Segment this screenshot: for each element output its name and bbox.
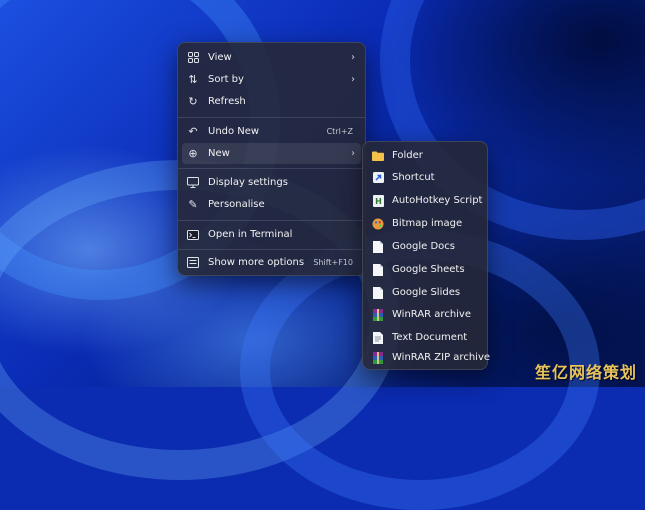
chevron-right-icon: ›	[351, 74, 355, 85]
menu-item-label: View	[208, 52, 232, 63]
menu-divider	[178, 220, 365, 221]
ahk-icon: H	[371, 194, 385, 208]
menu-divider	[178, 249, 365, 250]
submenu-item-google-slides[interactable]: Google Slides	[367, 282, 483, 303]
submenu-item-winrar-zip-archive[interactable]: WinRAR ZIP archive	[367, 347, 490, 368]
undo-icon: ↶	[188, 125, 198, 138]
winrar-zip-icon	[371, 351, 385, 365]
submenu-item-google-sheets[interactable]: Google Sheets	[367, 259, 483, 280]
menu-item-new[interactable]: ⊕ New ›	[182, 143, 361, 164]
menu-item-label: New	[208, 148, 230, 159]
brush-icon: ✎	[188, 198, 198, 211]
document-icon	[371, 240, 385, 254]
submenu-item-autohotkey-script[interactable]: H AutoHotkey Script	[367, 190, 483, 211]
submenu-item-label: Bitmap image	[392, 218, 463, 229]
chevron-right-icon: ›	[351, 148, 355, 159]
submenu-item-bitmap-image[interactable]: Bitmap image	[367, 213, 483, 234]
menu-item-refresh[interactable]: ↻ Refresh	[182, 91, 361, 112]
submenu-item-label: Text Document	[392, 332, 468, 343]
svg-text:H: H	[375, 197, 382, 206]
menu-item-label: Show more options	[208, 257, 305, 268]
menu-divider	[178, 117, 365, 118]
submenu-item-label: Google Docs	[392, 241, 455, 252]
shortcut-text: Ctrl+Z	[326, 127, 353, 136]
watermark-text: 笙亿网络策划	[534, 363, 637, 382]
submenu-item-folder[interactable]: Folder	[367, 145, 483, 166]
plus-circle-icon: ⊕	[188, 147, 198, 160]
menu-item-view[interactable]: View ›	[182, 47, 361, 68]
submenu-item-google-docs[interactable]: Google Docs	[367, 236, 483, 257]
submenu-item-label: Google Slides	[392, 287, 461, 298]
submenu-item-label: WinRAR ZIP archive	[392, 352, 491, 363]
submenu-item-label: AutoHotkey Script	[392, 195, 483, 206]
submenu-item-label: Shortcut	[392, 172, 435, 183]
menu-item-label: Undo New	[208, 126, 260, 137]
folder-icon	[371, 149, 385, 163]
paint-icon	[371, 217, 385, 231]
new-submenu: Folder Shortcut H AutoHotkey Script Bitm…	[362, 141, 490, 370]
menu-item-show-more-options[interactable]: Show more options Shift+F10	[182, 252, 361, 273]
submenu-item-text-document[interactable]: Text Document	[367, 327, 483, 348]
menu-divider	[178, 168, 365, 169]
desktop-context-menu: View › ⇅ Sort by › ↻ Refresh ↶ Undo New …	[177, 42, 366, 276]
winrar-icon	[371, 308, 385, 322]
shortcut-text: Shift+F10	[313, 258, 353, 267]
menu-item-label: Open in Terminal	[208, 229, 293, 240]
menu-item-sort-by[interactable]: ⇅ Sort by ›	[182, 69, 361, 90]
terminal-icon	[186, 228, 200, 242]
menu-item-label: Refresh	[208, 96, 246, 107]
menu-item-display-settings[interactable]: Display settings	[182, 172, 361, 193]
menu-item-open-terminal[interactable]: Open in Terminal	[182, 224, 361, 245]
grid-icon	[186, 51, 200, 65]
submenu-item-winrar-archive[interactable]: WinRAR archive	[367, 304, 483, 325]
menu-item-personalise[interactable]: ✎ Personalise	[182, 194, 361, 215]
menu-item-undo-new[interactable]: ↶ Undo New Ctrl+Z	[182, 121, 361, 142]
more-options-icon	[186, 256, 200, 270]
document-icon	[371, 263, 385, 277]
chevron-right-icon: ›	[351, 52, 355, 63]
shortcut-icon	[371, 171, 385, 185]
submenu-item-label: Folder	[392, 150, 423, 161]
submenu-item-label: Google Sheets	[392, 264, 465, 275]
refresh-icon: ↻	[188, 95, 198, 108]
submenu-item-label: WinRAR archive	[392, 309, 471, 320]
display-icon	[186, 176, 200, 190]
text-document-icon	[371, 331, 385, 345]
sort-icon: ⇅	[188, 73, 198, 86]
submenu-item-shortcut[interactable]: Shortcut	[367, 167, 483, 188]
menu-item-label: Personalise	[208, 199, 265, 210]
document-icon	[371, 286, 385, 300]
menu-item-label: Sort by	[208, 74, 244, 85]
menu-item-label: Display settings	[208, 177, 288, 188]
